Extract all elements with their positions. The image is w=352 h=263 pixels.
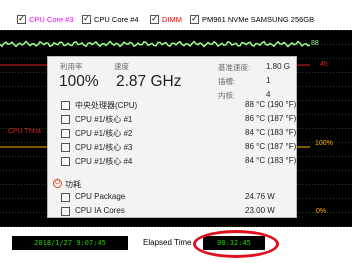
legend-label: CPU Core #3: [29, 14, 74, 24]
temp-row-core-2[interactable]: CPU #1/核心 #2 84 °C (183 °F): [61, 127, 296, 140]
temp-checkbox[interactable]: [61, 143, 70, 152]
temp-row-core-4[interactable]: CPU #1/核心 #4 84 °C (183 °F): [61, 155, 296, 168]
series-legend: ✓ CPU Core #3 ✓ CPU Core #4 ✓ DIMM ✓ PM9…: [0, 0, 352, 30]
cores-value: 4: [266, 90, 271, 99]
power-checkbox[interactable]: [61, 207, 70, 216]
power-row-value: 24.76 W: [245, 192, 275, 201]
graph-scale-88: 88: [311, 40, 319, 47]
legend-checkbox[interactable]: ✓: [190, 14, 199, 24]
power-checkbox[interactable]: [61, 193, 70, 202]
temp-row-label: CPU #1/核心 #1: [75, 115, 133, 124]
power-icon: ⏻: [53, 179, 62, 188]
temp-row-label: CPU #1/核心 #2: [75, 129, 133, 138]
power-row-label: CPU IA Cores: [75, 206, 125, 215]
graph-scale-0-percent: 0%: [316, 208, 327, 215]
temp-row-value: 84 °C (183 °F): [245, 128, 297, 137]
power-row-cpu-package[interactable]: CPU Package 24.76 W: [61, 191, 291, 204]
legend-checkbox[interactable]: ✓: [82, 14, 91, 24]
temp-row-cpu[interactable]: 中央处理器(CPU) 88 °C (190 °F): [61, 99, 296, 112]
cpu-details-popup: 利用率 速度 100% 2.87 GHz 基准速度: 1.80 G 插槽: 1 …: [47, 56, 297, 218]
legend-label: CPU Core #4: [94, 14, 139, 24]
temp-row-label: CPU #1/核心 #4: [75, 157, 133, 166]
temp-row-label: 中央处理器(CPU): [75, 101, 138, 110]
power-section-label: 功耗: [65, 180, 81, 189]
temp-checkbox[interactable]: [61, 101, 70, 110]
temp-row-value: 86 °C (187 °F): [245, 114, 297, 123]
power-row-label: CPU Package: [75, 192, 126, 201]
usage-label: 利用率: [60, 62, 83, 71]
speed-value: 2.87 GHz: [116, 73, 182, 90]
datetime-display: 2018/1/27 9:07:45: [12, 236, 128, 250]
temp-row-core-1[interactable]: CPU #1/核心 #1 86 °C (187 °F): [61, 113, 296, 126]
legend-item-cpu-core-4[interactable]: ✓ CPU Core #4: [82, 13, 139, 25]
speed-label: 速度: [114, 62, 129, 71]
legend-item-pm961-nvme[interactable]: ✓ PM961 NVMe SAMSUNG 256GB: [190, 13, 314, 25]
temp-row-value: 86 °C (187 °F): [245, 142, 297, 151]
legend-item-dimm[interactable]: ✓ DIMM: [150, 13, 182, 25]
legend-label: DIMM: [162, 14, 182, 24]
sockets-label: 插槽:: [218, 77, 236, 86]
base-speed-label: 基准速度:: [218, 63, 251, 72]
legend-label: PM961 NVMe SAMSUNG 256GB: [202, 14, 315, 24]
power-row-value: 23.00 W: [245, 206, 275, 215]
temp-row-label: CPU #1/核心 #3: [75, 143, 133, 152]
power-row-cpu-ia-cores[interactable]: CPU IA Cores 23.00 W: [61, 205, 291, 218]
temp-row-value: 84 °C (183 °F): [245, 156, 297, 165]
graph-scale-100-percent: 100%: [315, 140, 333, 147]
graph-trace-temperature: [0, 40, 311, 48]
sensor-monitor-window: ✓ CPU Core #3 ✓ CPU Core #4 ✓ DIMM ✓ PM9…: [0, 0, 352, 263]
sockets-value: 1: [266, 76, 271, 85]
legend-item-cpu-core-3[interactable]: ✓ CPU Core #3: [17, 13, 74, 25]
temp-checkbox[interactable]: [61, 157, 70, 166]
temp-row-value: 88 °C (190 °F): [245, 100, 297, 109]
legend-checkbox[interactable]: ✓: [150, 14, 159, 24]
temp-checkbox[interactable]: [61, 115, 70, 124]
usage-value: 100%: [59, 73, 99, 90]
graph-label-cpu-throttle: CPU Throt: [8, 128, 41, 135]
temp-row-core-3[interactable]: CPU #1/核心 #3 86 °C (187 °F): [61, 141, 296, 154]
temp-checkbox[interactable]: [61, 129, 70, 138]
highlight-annotation: [193, 230, 279, 258]
graph-scale-45: 45: [320, 61, 328, 68]
legend-checkbox[interactable]: ✓: [17, 14, 26, 24]
status-bar: 2018/1/27 9:07:45 Elapsed Time 00:32:45: [0, 227, 352, 263]
elapsed-time-label: Elapsed Time: [143, 238, 192, 247]
base-speed-value: 1.80 G: [266, 62, 291, 71]
